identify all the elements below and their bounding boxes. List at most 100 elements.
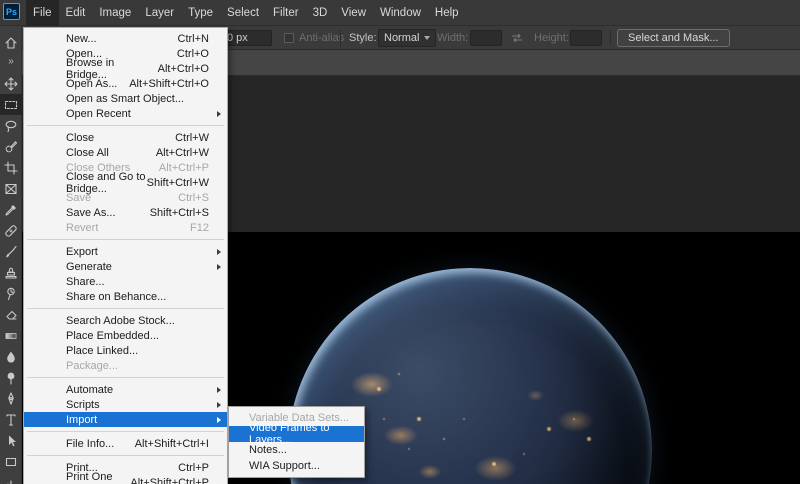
menu-item-share[interactable]: Share... xyxy=(24,274,227,289)
menu-item-save-as[interactable]: Save As... Shift+Ctrl+S xyxy=(24,205,227,220)
menu-item-new[interactable]: New... Ctrl+N xyxy=(24,31,227,46)
anti-alias-checkbox[interactable] xyxy=(284,33,294,43)
clone-stamp-icon xyxy=(4,266,18,280)
crop-icon xyxy=(4,161,18,175)
submenu-arrow-icon xyxy=(217,402,221,408)
photoshop-logo: Ps xyxy=(3,3,20,20)
brush-tool[interactable] xyxy=(0,241,22,262)
menu-bar: Ps File Edit Image Layer Type Select Fil… xyxy=(0,0,800,26)
submenu-item-video-frames-to-layers[interactable]: Video Frames to Layers... xyxy=(229,426,364,442)
menubar-item-image[interactable]: Image xyxy=(92,0,138,26)
menu-item-place-linked[interactable]: Place Linked... xyxy=(24,343,227,358)
menubar-item-edit[interactable]: Edit xyxy=(59,0,93,26)
menu-separator xyxy=(27,431,224,432)
brush-icon xyxy=(4,245,18,259)
pen-icon xyxy=(4,392,18,406)
swap-dimensions-icon[interactable] xyxy=(510,31,524,45)
submenu-arrow-icon xyxy=(217,249,221,255)
options-divider-2 xyxy=(610,30,611,46)
menu-item-automate[interactable]: Automate xyxy=(24,382,227,397)
eraser-tool[interactable] xyxy=(0,304,22,325)
tool-bar: » xyxy=(0,26,22,484)
menu-item-print-one-copy[interactable]: Print One Copy Alt+Shift+Ctrl+P xyxy=(24,475,227,484)
rectangle-icon xyxy=(4,455,18,469)
dodge-tool[interactable] xyxy=(0,367,22,388)
menu-item-export[interactable]: Export xyxy=(24,244,227,259)
menubar-item-window[interactable]: Window xyxy=(373,0,428,26)
frame-tool[interactable] xyxy=(0,178,22,199)
menu-item-close-and-go-to-bridge[interactable]: Close and Go to Bridge... Shift+Ctrl+W xyxy=(24,175,227,190)
menu-item-share-on-behance[interactable]: Share on Behance... xyxy=(24,289,227,304)
menu-separator xyxy=(27,377,224,378)
history-brush-tool[interactable] xyxy=(0,283,22,304)
select-and-mask-button[interactable]: Select and Mask... xyxy=(617,29,730,47)
width-input[interactable] xyxy=(470,30,502,46)
import-submenu: Variable Data Sets... Video Frames to La… xyxy=(228,406,365,478)
spot-healing-brush-tool[interactable] xyxy=(0,220,22,241)
style-dropdown[interactable]: Normal xyxy=(378,29,436,47)
crop-tool[interactable] xyxy=(0,157,22,178)
submenu-arrow-icon xyxy=(217,387,221,393)
history-brush-icon xyxy=(4,287,18,301)
menubar-item-layer[interactable]: Layer xyxy=(138,0,181,26)
type-icon xyxy=(4,413,18,427)
photoshop-window: Ps File Edit Image Layer Type Select Fil… xyxy=(0,0,800,484)
move-tool[interactable] xyxy=(0,73,22,94)
menu-list: File Edit Image Layer Type Select Filter… xyxy=(26,0,466,26)
submenu-arrow-icon xyxy=(217,417,221,423)
menu-item-close[interactable]: Close Ctrl+W xyxy=(24,130,227,145)
submenu-item-wia-support[interactable]: WIA Support... xyxy=(229,458,364,474)
rectangle-tool[interactable] xyxy=(0,451,22,472)
menu-item-file-info[interactable]: File Info... Alt+Shift+Ctrl+I xyxy=(24,436,227,451)
quick-selection-icon xyxy=(4,140,18,154)
menu-item-scripts[interactable]: Scripts xyxy=(24,397,227,412)
hand-icon xyxy=(4,476,18,484)
height-input[interactable] xyxy=(570,30,602,46)
menu-item-open-as[interactable]: Open As... Alt+Shift+Ctrl+O xyxy=(24,76,227,91)
feather-input[interactable]: 0 px xyxy=(222,30,272,46)
menu-separator xyxy=(27,308,224,309)
blur-tool[interactable] xyxy=(0,346,22,367)
height-label: Height: xyxy=(534,32,569,44)
menubar-item-3d[interactable]: 3D xyxy=(306,0,335,26)
menu-item-open-as-smart-object[interactable]: Open as Smart Object... xyxy=(24,91,227,106)
menu-item-generate[interactable]: Generate xyxy=(24,259,227,274)
menubar-item-help[interactable]: Help xyxy=(428,0,466,26)
anti-alias-label: Anti-alias xyxy=(299,32,344,44)
menu-item-close-all[interactable]: Close All Alt+Ctrl+W xyxy=(24,145,227,160)
menu-item-package: Package... xyxy=(24,358,227,373)
menubar-item-view[interactable]: View xyxy=(334,0,373,26)
quick-selection-tool[interactable] xyxy=(0,136,22,157)
rectangular-marquee-tool[interactable] xyxy=(0,94,22,115)
dodge-icon xyxy=(4,371,18,385)
menubar-item-select[interactable]: Select xyxy=(220,0,266,26)
home-icon xyxy=(4,36,18,50)
type-tool[interactable] xyxy=(0,409,22,430)
clone-stamp-tool[interactable] xyxy=(0,262,22,283)
file-menu-dropdown: New... Ctrl+N Open... Ctrl+O Browse in B… xyxy=(23,27,228,484)
lasso-tool[interactable] xyxy=(0,115,22,136)
menubar-item-file[interactable]: File xyxy=(26,0,59,26)
menu-separator xyxy=(27,239,224,240)
pen-tool[interactable] xyxy=(0,388,22,409)
menu-item-search-adobe-stock[interactable]: Search Adobe Stock... xyxy=(24,313,227,328)
eraser-icon xyxy=(4,308,18,322)
frame-icon xyxy=(4,182,18,196)
style-value: Normal xyxy=(384,32,419,44)
menu-item-open-recent[interactable]: Open Recent xyxy=(24,106,227,121)
home-button[interactable] xyxy=(0,32,22,53)
menubar-item-filter[interactable]: Filter xyxy=(266,0,306,26)
hand-tool[interactable] xyxy=(0,472,22,484)
menu-item-browse-in-bridge[interactable]: Browse in Bridge... Alt+Ctrl+O xyxy=(24,61,227,76)
eyedropper-tool[interactable] xyxy=(0,199,22,220)
submenu-arrow-icon xyxy=(217,111,221,117)
gradient-icon xyxy=(4,329,18,343)
menubar-item-type[interactable]: Type xyxy=(181,0,220,26)
menu-item-place-embedded[interactable]: Place Embedded... xyxy=(24,328,227,343)
toolbar-expand-button[interactable]: » xyxy=(0,53,22,69)
submenu-arrow-icon xyxy=(217,264,221,270)
blur-icon xyxy=(4,350,18,364)
gradient-tool[interactable] xyxy=(0,325,22,346)
menu-item-import[interactable]: Import xyxy=(24,412,227,427)
path-selection-tool[interactable] xyxy=(0,430,22,451)
